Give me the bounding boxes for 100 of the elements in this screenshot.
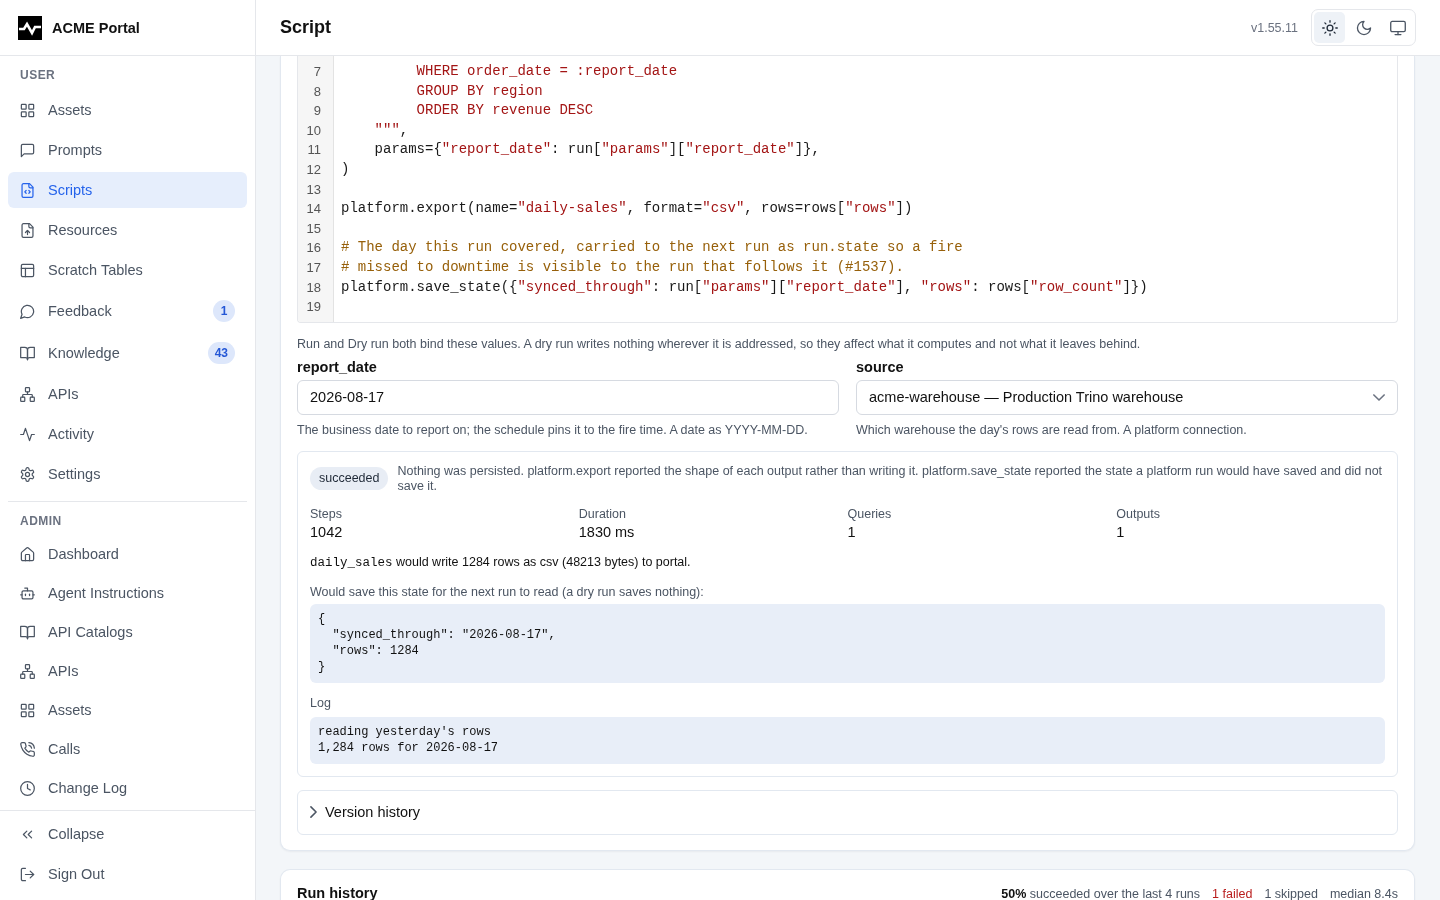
line-number: 18: [306, 278, 321, 297]
stat-value: 1: [1116, 522, 1125, 542]
version-history-toggle[interactable]: Version history: [297, 789, 1398, 835]
source-select[interactable]: acme-warehouse — Production Trino warehouse: [856, 379, 1398, 415]
nav-item[interactable]: Assets: [8, 692, 247, 728]
version-label: v1.55.11: [1250, 20, 1298, 35]
parameters-note: Run and Dry run both bind these values. A dry run writes nothing wherever it is addressed, so they affect what it computes and not what it leaves behind.: [297, 335, 1141, 353]
settings-icon: [20, 466, 35, 482]
phone-icon: [20, 741, 35, 757]
skipped-count: 1 skipped: [1264, 886, 1318, 900]
nav-item[interactable]: APIs: [8, 376, 247, 412]
code-line: """,: [373, 120, 409, 140]
code-line: ORDER BY revenue DESC: [415, 101, 594, 121]
count-badge: 43: [207, 342, 235, 364]
median-duration: median 8.4s: [1329, 886, 1398, 900]
field-hint: Which warehouse the day's rows are read from. A platform connection.: [856, 421, 1247, 439]
nav-item[interactable]: Scratch Tables: [8, 252, 247, 288]
speech-bubble-icon: [20, 303, 35, 319]
brand-name: ACME Portal: [52, 19, 140, 36]
line-number: 9: [313, 102, 321, 121]
code-line: platform.save_state({"synced_through": run["params"]["report_date"], "rows": rows["row_count"]}): [341, 277, 1148, 297]
code-file-icon: [20, 182, 35, 198]
nav-item[interactable]: Change Log: [8, 770, 247, 806]
nav-item[interactable]: Settings: [8, 456, 247, 492]
book-icon: [20, 345, 35, 361]
code-line: # missed to downtime is visible to the run that follows it (#1537).: [341, 257, 904, 277]
failed-count: 1 failed: [1212, 886, 1253, 900]
code-line: GROUP BY region: [415, 81, 543, 101]
stat-label: Outputs: [1116, 505, 1161, 522]
nav-item[interactable]: Resources: [8, 212, 247, 248]
nav-item[interactable]: Dashboard: [8, 536, 247, 572]
field-label: source: [856, 358, 904, 375]
light-theme-button[interactable]: [1314, 12, 1345, 43]
nav-item[interactable]: Scripts: [8, 172, 247, 208]
section-title: Run history: [297, 883, 378, 900]
moon-icon: [1355, 19, 1372, 36]
stat-value: 1042: [310, 522, 343, 542]
line-number: 19: [306, 298, 321, 317]
line-number: 15: [306, 219, 321, 238]
nav-item[interactable]: Sign Out: [8, 856, 247, 892]
stat-label: Duration: [578, 505, 626, 522]
output-summary: daily_sales would write 1284 rows as csv (48213 bytes) to portal.: [310, 553, 691, 571]
state-caption: Would save this state for the next run to read (a dry run saves nothing):: [310, 583, 704, 600]
code-line: platform.export(name="daily-sales", format="csv", rows=rows["rows"]): [341, 199, 913, 219]
chat-icon: [20, 142, 35, 158]
stat-label: Steps: [310, 505, 342, 522]
code-editor[interactable]: [297, 56, 1398, 323]
nav-item[interactable]: APIs: [8, 653, 247, 689]
count-badge: 1: [213, 300, 235, 322]
success-rate: 50% succeeded over the last 4 runs: [1001, 886, 1201, 900]
sign-out-icon: [20, 866, 35, 882]
line-number: 14: [306, 200, 321, 219]
line-number: 11: [307, 141, 321, 160]
log-output: reading yesterday's rows 1,284 rows for 2026-08-17: [310, 716, 1385, 764]
clock-icon: [20, 780, 35, 796]
sun-icon: [1321, 19, 1338, 36]
stat-value: 1830 ms: [578, 522, 635, 542]
status-badge: succeeded: [310, 466, 389, 490]
line-number: 17: [306, 258, 321, 277]
home-icon: [20, 546, 35, 562]
pulse-icon: [20, 426, 35, 442]
code-line: ): [341, 159, 350, 179]
line-number: 16: [306, 239, 321, 258]
monitor-icon: [1389, 19, 1406, 36]
network-icon: [20, 386, 35, 402]
section-label: ADMIN: [20, 513, 62, 529]
stat-label: Queries: [847, 505, 892, 522]
stat-value: 1: [847, 522, 856, 542]
book-icon: [20, 624, 35, 640]
code-line: params={"report_date": run["params"]["report_date"]},: [373, 140, 820, 160]
nav-item[interactable]: Assets: [8, 92, 247, 128]
nav-item[interactable]: Knowledge 43: [8, 334, 247, 372]
nav-item[interactable]: API Catalogs: [8, 614, 247, 650]
nav-item[interactable]: Prompts: [8, 132, 247, 168]
robot-icon: [20, 585, 35, 601]
result-message: Nothing was persisted. platform.export reported the shape of each output rather than writing it. platform.save_state reported the state a platform run would have saved and did not save it.: [397, 463, 1384, 495]
nav-item[interactable]: Agent Instructions: [8, 575, 247, 611]
date-input[interactable]: 2026-08-17: [297, 379, 839, 415]
grid-icon: [20, 102, 35, 118]
page-title: Script: [280, 17, 331, 38]
line-number: 8: [313, 82, 321, 101]
nav-item[interactable]: Calls: [8, 731, 247, 767]
nav-item[interactable]: Activity: [8, 416, 247, 452]
logo-icon: [18, 15, 42, 40]
grid-icon: [20, 702, 35, 718]
line-number: 7: [313, 63, 321, 81]
line-number: 13: [306, 180, 321, 199]
nav-item[interactable]: Feedback 1: [8, 292, 247, 330]
field-label: report_date: [297, 358, 377, 375]
file-upload-icon: [20, 222, 35, 238]
field-hint: The business date to report on; the schedule pins it to the fire time. A date as YYYY-MM-DD.: [297, 421, 808, 439]
code-line: WHERE order_date = :report_date: [415, 62, 678, 81]
code-line: # The day this run covered, carried to the next run as run.state so a fire: [341, 238, 963, 258]
network-icon: [20, 663, 35, 679]
log-label: Log: [310, 694, 331, 711]
nav-item[interactable]: Collapse: [8, 816, 247, 852]
state-json: { "synced_through": "2026-08-17", "rows": 1284 }: [310, 603, 1385, 683]
chevron-down-icon: [1373, 393, 1385, 401]
table-icon: [20, 262, 35, 278]
section-label: USER: [20, 67, 56, 83]
